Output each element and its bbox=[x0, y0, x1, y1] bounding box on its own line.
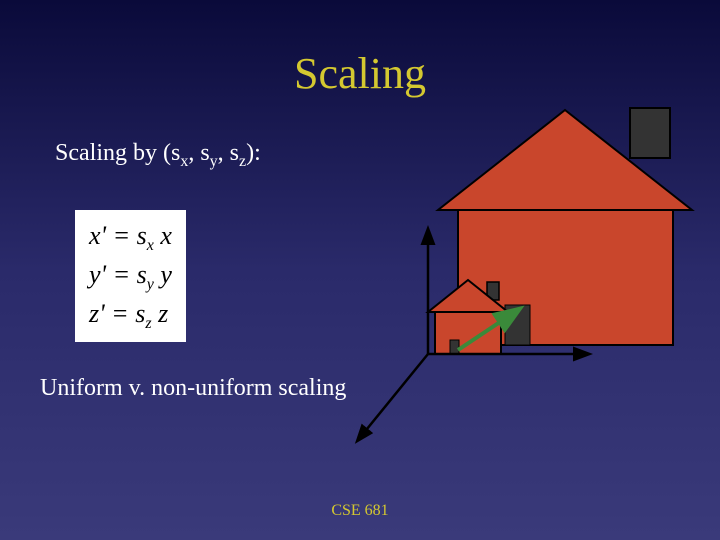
z-axis bbox=[358, 354, 428, 440]
subtitle-mid1: , s bbox=[188, 140, 209, 166]
scaling-by-label: Scaling by (sx, sy, sz): bbox=[55, 140, 261, 171]
eq-y-sub: y bbox=[147, 276, 154, 293]
large-chimney bbox=[630, 108, 670, 158]
slide-footer: CSE 681 bbox=[0, 502, 720, 520]
equation-y: y' = sy y bbox=[89, 257, 172, 296]
subtitle-mid2: , s bbox=[218, 140, 239, 166]
eq-z-rhs: z bbox=[152, 299, 169, 328]
eq-y-rhs: y bbox=[154, 260, 172, 289]
eq-z-lhs: z' = s bbox=[89, 299, 145, 328]
equations-box: x' = sx x y' = sy y z' = sz z bbox=[75, 210, 186, 342]
equation-z: z' = sz z bbox=[89, 296, 172, 335]
small-door bbox=[450, 340, 459, 354]
eq-x-rhs: x bbox=[154, 221, 172, 250]
small-body bbox=[435, 312, 501, 354]
scaling-diagram bbox=[340, 100, 700, 480]
eq-x-sub: x bbox=[147, 237, 154, 254]
equation-x: x' = sx x bbox=[89, 218, 172, 257]
eq-x-lhs: x' = s bbox=[89, 221, 147, 250]
slide-title: Scaling bbox=[0, 48, 720, 99]
eq-y-lhs: y' = s bbox=[89, 260, 147, 289]
subtitle-suffix: ): bbox=[246, 140, 261, 166]
subtitle-prefix: Scaling by (s bbox=[55, 140, 180, 166]
sub-y: y bbox=[210, 153, 218, 170]
uniform-nonuniform-text: Uniform v. non-uniform scaling bbox=[40, 375, 346, 402]
